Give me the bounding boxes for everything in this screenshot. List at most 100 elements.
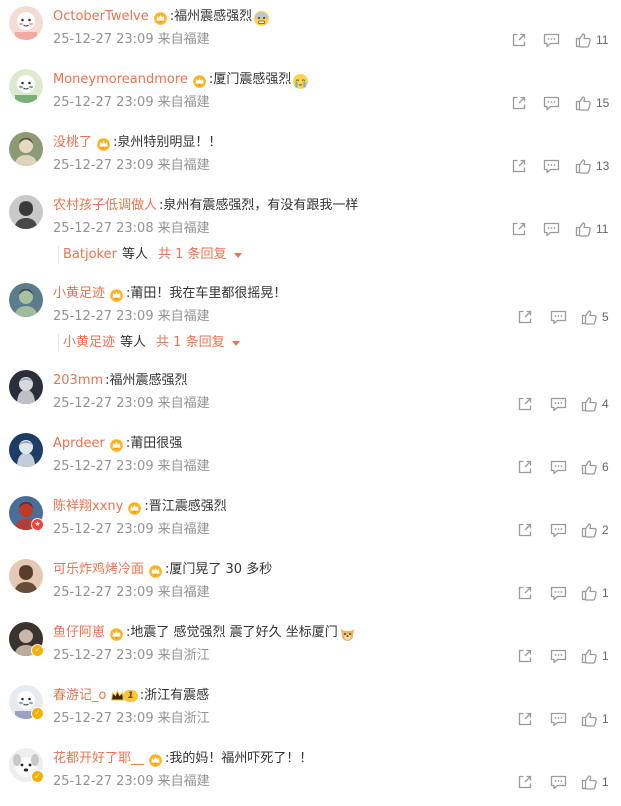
vip-crown-icon[interactable]	[192, 74, 207, 88]
username-link[interactable]: 203mm	[53, 371, 103, 391]
username-link[interactable]: Aprdeer	[53, 434, 105, 454]
vip-level-badge[interactable]: 1	[110, 689, 138, 703]
timestamp: 25-12-27 23:09	[53, 522, 154, 537]
comment-text: 晋江震感强烈	[148, 499, 227, 514]
comment-item: 可乐炸鸡烤冷面: 厦门晃了 30 多秒 25-12-27 23:09 来自福建 1	[0, 553, 621, 616]
comment-text: 福州震感强烈	[109, 373, 188, 388]
reply-thread-link[interactable]: 小黄足迹 等人共 1 条回复	[58, 334, 240, 352]
location-label: 来自浙江	[157, 648, 210, 663]
comment-icon[interactable]	[550, 774, 567, 791]
like-icon[interactable]	[581, 774, 598, 791]
reply-username[interactable]: 小黄足迹	[63, 334, 115, 352]
like-count: 15	[596, 96, 610, 110]
vip-crown-icon[interactable]	[148, 564, 163, 578]
comment-item: ✓ 春游记_o 1: 浙江有震感 25-12-27 23:09 来自浙江 1	[0, 679, 621, 742]
username-link[interactable]: 春游记_o	[53, 686, 106, 706]
vip-crown-icon[interactable]	[96, 137, 111, 151]
share-icon[interactable]	[517, 774, 534, 791]
vip-crown-icon[interactable]	[127, 501, 142, 515]
reply-count-button[interactable]: 共 1 条回复	[156, 334, 225, 352]
share-icon[interactable]	[511, 95, 528, 112]
comment-body: 203mm: 福州震感强烈	[53, 371, 188, 391]
comment-body: 春游记_o 1: 浙江有震感	[53, 686, 209, 706]
like-icon[interactable]	[581, 309, 598, 326]
username-link[interactable]: OctoberTwelve	[53, 7, 149, 27]
comment-icon[interactable]	[550, 648, 567, 665]
timestamp: 25-12-27 23:09	[53, 158, 154, 173]
comment-icon[interactable]	[550, 711, 567, 728]
avatar[interactable]	[9, 559, 43, 593]
share-icon[interactable]	[517, 459, 534, 476]
like-count: 6	[602, 460, 609, 474]
location-label: 来自福建	[157, 396, 210, 411]
like-icon[interactable]	[575, 95, 592, 112]
comment-icon[interactable]	[550, 396, 567, 413]
share-icon[interactable]	[517, 585, 534, 602]
reply-count-button[interactable]: 共 1 条回复	[158, 246, 227, 264]
comment-icon[interactable]	[543, 95, 560, 112]
avatar[interactable]	[9, 283, 43, 317]
vip-crown-icon[interactable]	[109, 288, 124, 302]
location-label: 来自福建	[157, 32, 210, 47]
comment-body: Moneymoreandmore: 厦门震感强烈	[53, 70, 309, 90]
comment-icon[interactable]	[550, 459, 567, 476]
username-link[interactable]: 鱼仔阿崽	[53, 623, 105, 643]
verified-badge-icon: ★	[31, 518, 44, 531]
vip-crown-icon[interactable]	[153, 11, 168, 25]
reply-username[interactable]: Batjoker	[63, 246, 117, 264]
like-icon[interactable]	[581, 585, 598, 602]
comment-icon[interactable]	[550, 522, 567, 539]
caret-down-icon[interactable]	[231, 340, 240, 346]
comment-item: 农村孩子低调做人: 泉州有震感强烈，有没有跟我一样 25-12-27 23:08 来自…	[0, 189, 621, 276]
username-link[interactable]: 小黄足迹	[53, 284, 105, 304]
like-icon[interactable]	[575, 32, 592, 49]
like-icon[interactable]	[581, 648, 598, 665]
like-icon[interactable]	[581, 711, 598, 728]
avatar[interactable]	[9, 195, 43, 229]
like-icon[interactable]	[575, 158, 592, 175]
location-label: 来自福建	[157, 158, 210, 173]
reply-etc-label: 等人	[120, 335, 147, 350]
username-link[interactable]: Moneymoreandmore	[53, 70, 188, 90]
share-icon[interactable]	[517, 522, 534, 539]
comment-icon[interactable]	[543, 221, 560, 238]
vip-crown-icon[interactable]	[109, 627, 124, 641]
vip-crown-icon[interactable]	[109, 438, 124, 452]
reply-thread-link[interactable]: Batjoker 等人共 1 条回复	[58, 246, 242, 264]
avatar[interactable]	[9, 132, 43, 166]
share-icon[interactable]	[517, 648, 534, 665]
comment-meta: 25-12-27 23:09 来自福建	[53, 458, 210, 476]
share-icon[interactable]	[511, 158, 528, 175]
username-link[interactable]: 花都开好了耶__	[53, 749, 144, 769]
share-icon[interactable]	[517, 309, 534, 326]
like-icon[interactable]	[581, 522, 598, 539]
username-link[interactable]: 可乐炸鸡烤冷面	[53, 560, 144, 580]
username-link[interactable]: 陈祥翔xxny	[53, 497, 123, 517]
vip-crown-icon[interactable]	[148, 753, 163, 767]
avatar[interactable]	[9, 69, 43, 103]
like-icon[interactable]	[581, 459, 598, 476]
location-label: 来自福建	[157, 309, 210, 324]
avatar[interactable]	[9, 370, 43, 404]
share-icon[interactable]	[511, 221, 528, 238]
share-icon[interactable]	[511, 32, 528, 49]
avatar[interactable]	[9, 6, 43, 40]
like-count: 5	[602, 310, 609, 324]
like-count: 1	[602, 649, 609, 663]
comment-item: 没桃了: 泉州特别明显！！ 25-12-27 23:09 来自福建 13	[0, 126, 621, 189]
comment-icon[interactable]	[543, 32, 560, 49]
comment-icon[interactable]	[550, 585, 567, 602]
verified-badge-icon: ✓	[31, 644, 44, 657]
comment-text: 莆田！我在车里都很摇晃！	[130, 286, 287, 301]
caret-down-icon[interactable]	[233, 252, 242, 258]
comment-body: Aprdeer: 莆田很强	[53, 434, 182, 454]
like-icon[interactable]	[581, 396, 598, 413]
comment-icon[interactable]	[550, 309, 567, 326]
share-icon[interactable]	[517, 396, 534, 413]
avatar[interactable]	[9, 433, 43, 467]
username-link[interactable]: 没桃了	[53, 133, 92, 153]
comment-icon[interactable]	[543, 158, 560, 175]
like-icon[interactable]	[575, 221, 592, 238]
share-icon[interactable]	[517, 711, 534, 728]
username-link[interactable]: 农村孩子低调做人	[53, 196, 157, 216]
